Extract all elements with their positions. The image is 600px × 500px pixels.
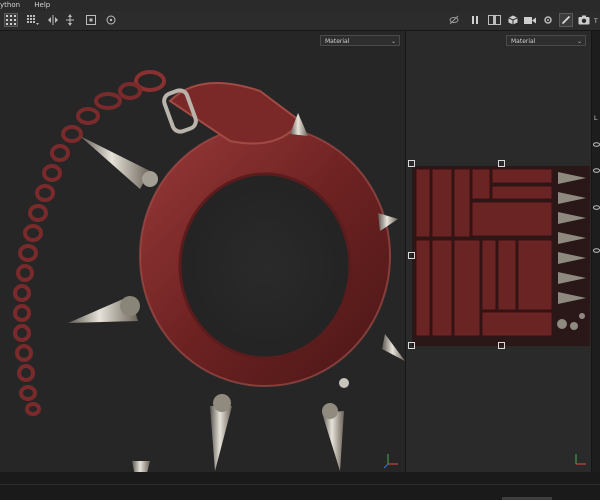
uv-texture-sheet[interactable] xyxy=(408,160,590,349)
menu-item-help[interactable]: Help xyxy=(34,0,50,11)
menu-item-python[interactable]: ython xyxy=(0,0,20,11)
camera-target-icon[interactable] xyxy=(104,13,118,27)
uv-handle[interactable] xyxy=(408,252,415,259)
channel-select-2d[interactable]: Material ⌄ xyxy=(506,35,586,46)
collar-model-render xyxy=(13,70,405,472)
settings-icon[interactable] xyxy=(541,13,555,27)
axis-gizmo-3d xyxy=(383,454,398,469)
uv-handle[interactable] xyxy=(498,342,505,349)
uv-handle[interactable] xyxy=(408,342,415,349)
eye-icon[interactable] xyxy=(593,133,600,147)
side-panel: L T xyxy=(591,18,600,472)
bottom-bar xyxy=(0,472,600,500)
side-label-l: L xyxy=(594,115,598,122)
texture-atlas xyxy=(412,166,590,346)
bottom-separator xyxy=(0,484,600,485)
pause-icon[interactable] xyxy=(468,13,482,27)
uv-handle[interactable] xyxy=(498,160,505,167)
grid-view-icon[interactable] xyxy=(4,13,18,27)
menu-bar: ython Help xyxy=(0,0,600,11)
symmetry-icon[interactable] xyxy=(46,13,60,27)
channel-select-2d-value: Material xyxy=(511,38,536,45)
grid-dropdown-icon[interactable] xyxy=(26,13,40,27)
camera-icon[interactable] xyxy=(577,13,591,27)
uv-handle[interactable] xyxy=(408,160,415,167)
eye-icon[interactable] xyxy=(593,159,600,173)
toolbar xyxy=(0,11,600,31)
viewport-3d[interactable]: Material ⌄ xyxy=(0,31,405,472)
eye-icon[interactable] xyxy=(593,196,600,210)
axis-gizmo-2d xyxy=(575,454,586,465)
cube-icon[interactable] xyxy=(506,13,520,27)
brush-icon[interactable] xyxy=(559,13,573,27)
frame-icon[interactable] xyxy=(84,13,98,27)
video-icon[interactable] xyxy=(523,13,537,27)
visibility-off-icon[interactable] xyxy=(447,13,461,27)
split-view-icon[interactable] xyxy=(488,13,502,27)
move-icon[interactable] xyxy=(63,13,77,27)
eye-icon[interactable] xyxy=(593,239,600,253)
chevron-down-icon: ⌄ xyxy=(576,38,582,45)
side-label-t: T xyxy=(594,18,598,25)
